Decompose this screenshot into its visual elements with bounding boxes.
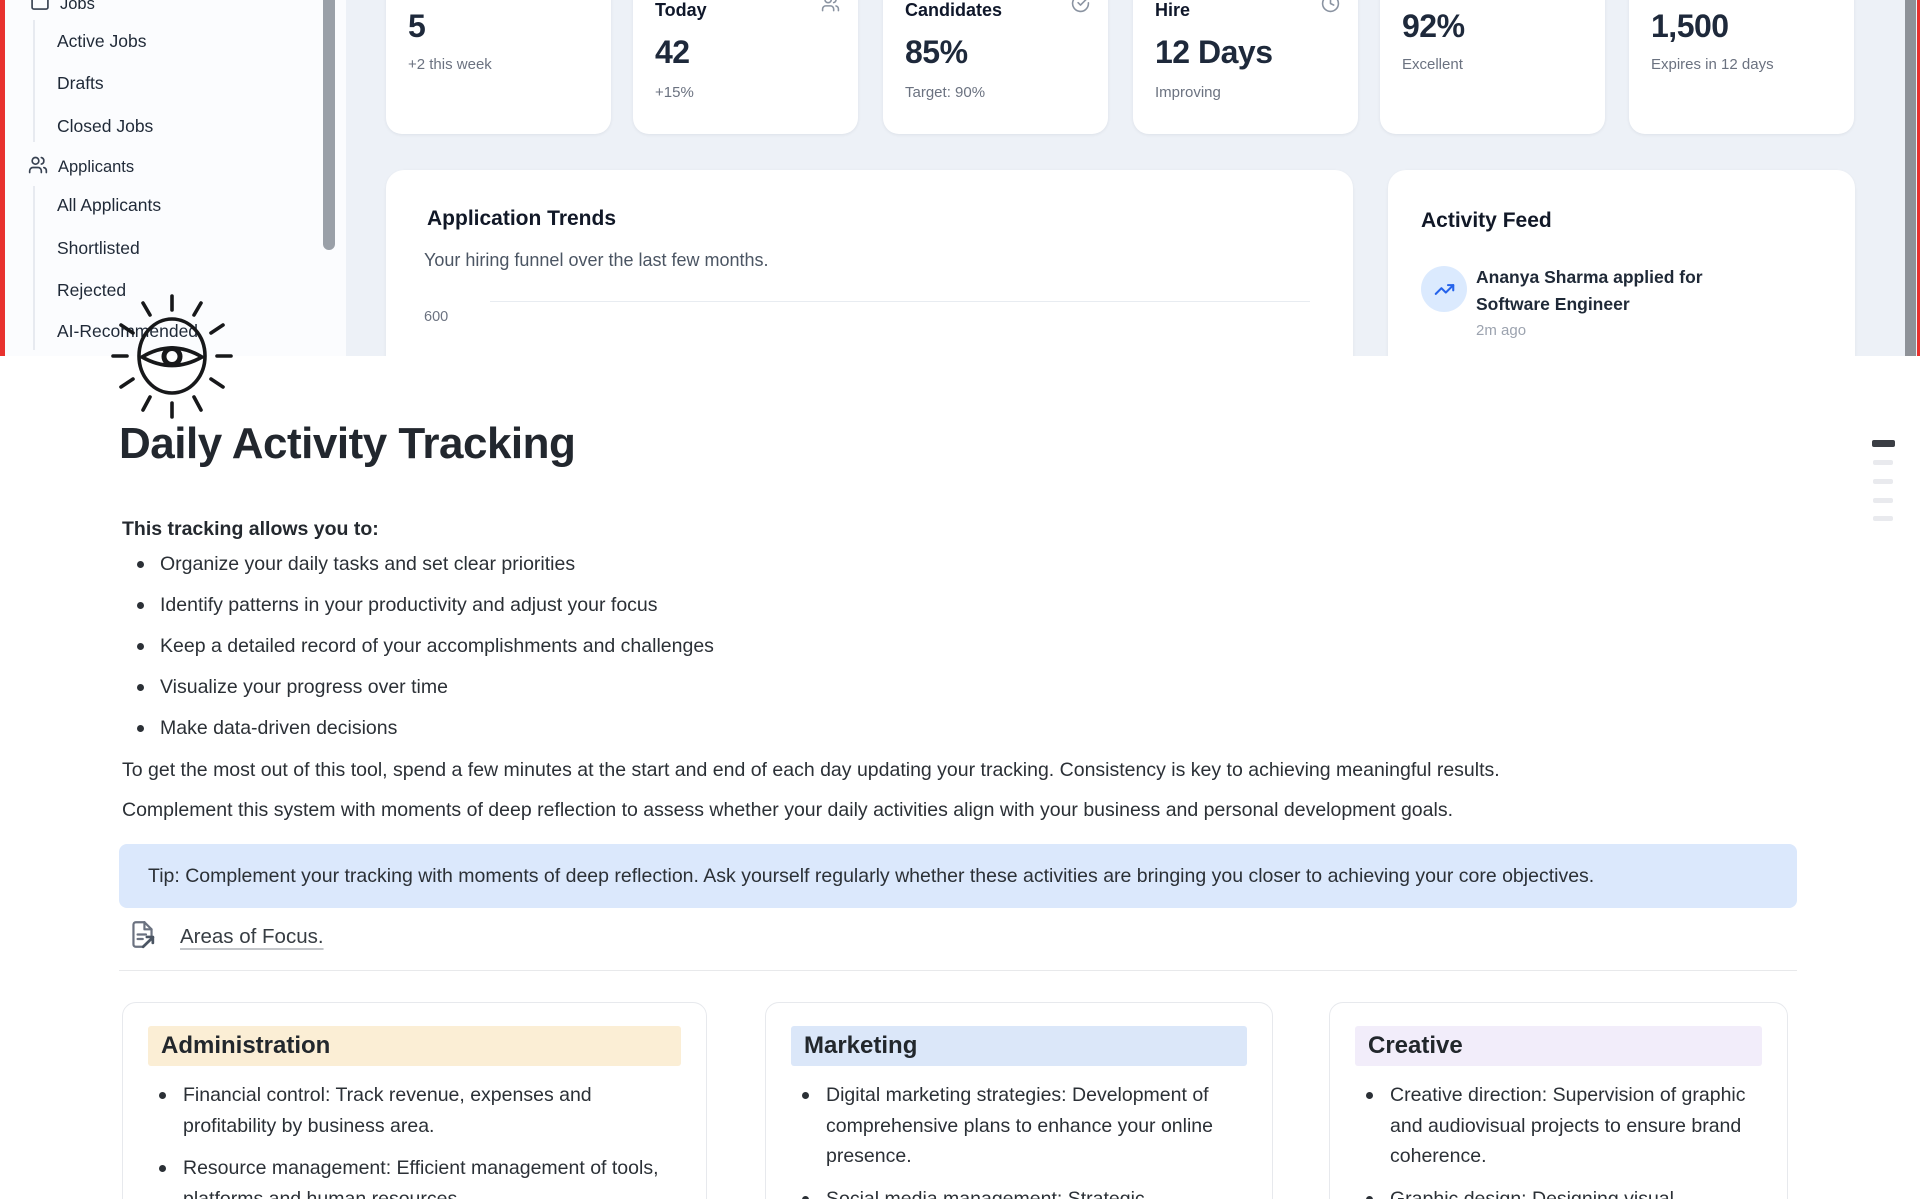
stat-subtext: Expires in 12 days: [1651, 56, 1774, 73]
tip-callout: Tip: Complement your tracking with momen…: [119, 844, 1797, 908]
page-link-icon: [127, 919, 158, 955]
activity-feed-item[interactable]: Ananya Sharma applied for Software Engin…: [1388, 170, 1855, 356]
clock-icon: [1321, 0, 1340, 13]
sidebar-item-closed-jobs[interactable]: Closed Jobs: [57, 116, 153, 137]
sidebar-indent-guide: [33, 20, 35, 142]
stat-card-credits[interactable]: 1,500 Expires in 12 days: [1629, 0, 1854, 134]
sidebar-scrollbar-thumb[interactable]: [323, 0, 335, 250]
stat-value: 42: [655, 34, 690, 71]
stat-label: Hire: [1155, 0, 1190, 21]
chart-gridline: [490, 301, 1310, 302]
list-item: Keep a detailed record of your accomplis…: [119, 633, 714, 659]
check-circle-icon: [1071, 0, 1090, 13]
stat-card-candidates[interactable]: Candidates 85% Target: 90%: [883, 0, 1108, 134]
stat-card-active-jobs[interactable]: 5 +2 this week: [386, 0, 611, 134]
users-icon: [821, 0, 840, 13]
column-card-administration: Administration Financial control: Track …: [122, 1002, 707, 1199]
panel-subtitle: Your hiring funnel over the last few mon…: [424, 250, 769, 271]
sidebar-item-active-jobs[interactable]: Active Jobs: [57, 31, 146, 52]
sidebar-section-label: Applicants: [58, 158, 134, 177]
toc-bar[interactable]: [1873, 516, 1893, 521]
paragraph: Complement this system with moments of d…: [122, 797, 1642, 824]
list-item: Resource management: Efficient managemen…: [123, 1153, 706, 1199]
stat-subtext: Excellent: [1402, 56, 1463, 73]
stat-label: Candidates: [905, 0, 1002, 21]
stat-subtext: Improving: [1155, 84, 1221, 101]
stat-value: 92%: [1402, 8, 1465, 45]
sidebar-item-drafts[interactable]: Drafts: [57, 73, 104, 94]
sidebar-section-jobs[interactable]: Jobs: [30, 0, 95, 17]
stat-value: 1,500: [1651, 8, 1729, 45]
briefcase-icon: [30, 0, 50, 17]
sidebar-section-applicants[interactable]: Applicants: [28, 155, 134, 180]
stat-subtext: +2 this week: [408, 56, 492, 73]
column-card-marketing: Marketing Digital marketing strategies: …: [765, 1002, 1273, 1199]
lead-text: This tracking allows you to:: [122, 518, 379, 541]
stat-value: 5: [408, 8, 425, 45]
activity-feed-panel: Activity Feed Ananya Sharma applied for …: [1388, 170, 1855, 356]
divider: [119, 970, 1797, 971]
toc-bar[interactable]: [1873, 460, 1893, 465]
list-item: Social media management: Strategic: [766, 1184, 1272, 1199]
column-title: Creative: [1355, 1026, 1762, 1066]
stat-value: 85%: [905, 34, 968, 71]
column-list: Financial control: Track revenue, expens…: [123, 1080, 706, 1199]
recruiting-dashboard: Jobs Active Jobs Drafts Closed Jobs Appl…: [0, 0, 1920, 356]
column-title: Administration: [148, 1026, 681, 1066]
column-list: Creative direction: Supervision of graph…: [1330, 1080, 1787, 1199]
sidebar-indent-guide: [33, 186, 35, 350]
stat-card-applications-today[interactable]: Today 42 +15%: [633, 0, 858, 134]
stat-value: 12 Days: [1155, 34, 1272, 71]
areas-of-focus-link[interactable]: Areas of Focus.: [180, 925, 324, 949]
application-trends-panel: Application Trends Your hiring funnel ov…: [386, 170, 1353, 356]
sidebar-item-all-applicants[interactable]: All Applicants: [57, 195, 161, 216]
stat-card-time-to-hire[interactable]: Hire 12 Days Improving: [1133, 0, 1358, 134]
activity-timestamp: 2m ago: [1476, 322, 1526, 339]
toc-bar[interactable]: [1873, 498, 1893, 503]
list-item: Organize your daily tasks and set clear …: [119, 551, 714, 577]
page-link-block[interactable]: Areas of Focus.: [127, 919, 324, 955]
list-item: Creative direction: Supervision of graph…: [1330, 1080, 1787, 1172]
page-scrollbar-thumb[interactable]: [1905, 0, 1916, 356]
toc-bar[interactable]: [1873, 479, 1893, 484]
activity-text: Ananya Sharma applied for Software Engin…: [1476, 264, 1781, 318]
stat-subtext: +15%: [655, 84, 694, 101]
list-item: Financial control: Track revenue, expens…: [123, 1080, 706, 1141]
daily-activity-document: Daily Activity Tracking This tracking al…: [0, 356, 1920, 1199]
list-item: Make data-driven decisions: [119, 715, 714, 741]
column-card-creative: Creative Creative direction: Supervision…: [1329, 1002, 1788, 1199]
column-list: Digital marketing strategies: Developmen…: [766, 1080, 1272, 1199]
table-of-contents-indicator[interactable]: [1872, 440, 1898, 526]
paragraph: To get the most out of this tool, spend …: [122, 757, 1642, 784]
tip-text: Tip: Complement your tracking with momen…: [148, 865, 1594, 888]
stat-label: Today: [655, 0, 707, 21]
sidebar-section-label: Jobs: [60, 0, 95, 14]
panel-title: Application Trends: [427, 207, 616, 231]
column-title: Marketing: [791, 1026, 1247, 1066]
toc-bar-active[interactable]: [1872, 440, 1895, 447]
list-item: Identify patterns in your productivity a…: [119, 592, 714, 618]
stat-subtext: Target: 90%: [905, 84, 985, 101]
benefits-list: Organize your daily tasks and set clear …: [119, 551, 714, 756]
left-red-edge: [0, 0, 5, 356]
trending-up-icon: [1421, 266, 1467, 312]
list-item: Graphic design: Designing visual: [1330, 1184, 1787, 1199]
list-item: Visualize your progress over time: [119, 674, 714, 700]
stat-card-quality-score[interactable]: 92% Excellent: [1380, 0, 1605, 134]
list-item: Digital marketing strategies: Developmen…: [766, 1080, 1272, 1172]
users-icon: [28, 155, 48, 180]
y-axis-tick-label: 600: [424, 309, 448, 325]
eye-doodle-icon[interactable]: [100, 284, 245, 429]
sidebar-item-shortlisted[interactable]: Shortlisted: [57, 238, 140, 259]
